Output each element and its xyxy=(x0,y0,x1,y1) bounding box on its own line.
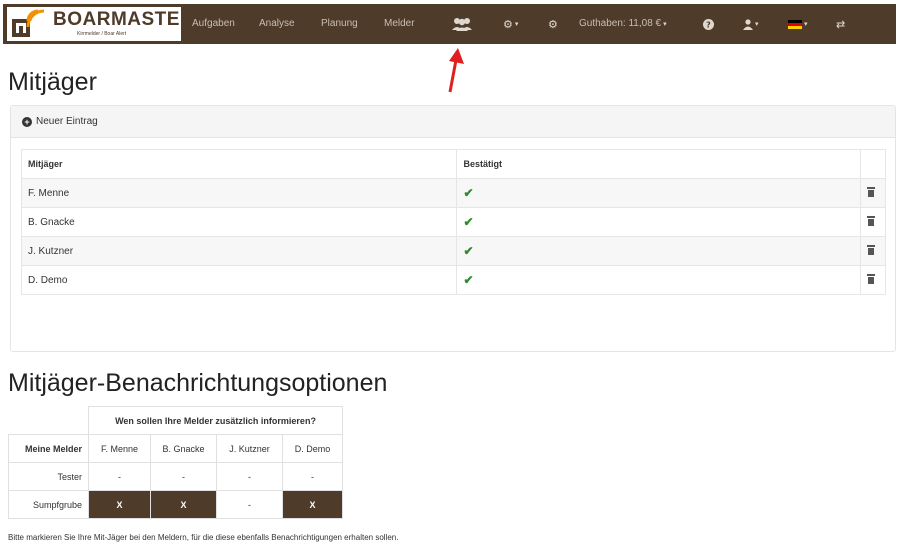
notify-cell-selected[interactable]: X xyxy=(150,490,217,519)
nav-aufgaben[interactable]: Aufgaben xyxy=(192,4,235,44)
delete-button[interactable] xyxy=(859,178,887,208)
gear-icon[interactable]: ⚙ ▾ xyxy=(503,4,518,44)
delete-button[interactable] xyxy=(859,265,887,295)
new-entry-label: Neuer Eintrag xyxy=(36,116,98,127)
member-name: F. Menne xyxy=(20,178,458,208)
balance-label: Guthaben: 11,08 € xyxy=(579,18,662,29)
col-header-gnacke: B. Gnacke xyxy=(150,434,217,463)
member-name: J. Kutzner xyxy=(20,236,458,266)
notify-cell[interactable]: - xyxy=(150,462,217,491)
help-icon[interactable]: ? xyxy=(703,4,714,44)
notify-question: Wen sollen Ihre Melder zusätzlich inform… xyxy=(88,406,343,435)
check-icon: ✔ xyxy=(463,273,474,287)
user-icon[interactable]: ▾ xyxy=(743,4,759,44)
table-row: F. Menne ✔ xyxy=(20,178,887,208)
table-row: Tester - - - - xyxy=(8,462,343,491)
col-header-menne: F. Menne xyxy=(88,434,151,463)
page-title: Mitjäger xyxy=(8,68,97,96)
logo-icon xyxy=(12,9,45,37)
navbar: BOARMASTER Kirrmelder / Boar Alert Aufga… xyxy=(3,4,896,44)
notification-section-title: Mitjäger-Benachrichtungsoptionen xyxy=(8,369,388,397)
brand-name: BOARMASTER xyxy=(53,9,195,30)
brand[interactable]: BOARMASTER Kirrmelder / Boar Alert xyxy=(7,7,194,41)
notify-cell[interactable]: - xyxy=(88,462,151,491)
nav-planung[interactable]: Planung xyxy=(321,4,358,44)
users-icon[interactable] xyxy=(451,4,473,44)
member-name: D. Demo xyxy=(20,265,458,295)
check-icon: ✔ xyxy=(463,244,474,258)
nav-analyse[interactable]: Analyse xyxy=(259,4,295,44)
arrow-annotation-icon xyxy=(448,48,464,93)
balance-dropdown[interactable]: Guthaben: 11,08 € ▾ xyxy=(579,4,667,44)
col-header-member: Mitjäger xyxy=(20,149,458,179)
nav-melder[interactable]: Melder xyxy=(384,4,415,44)
table-row: Sumpfgrube X X - X xyxy=(8,490,343,519)
notify-cell-selected[interactable]: X xyxy=(88,490,151,519)
col-header-demo: D. Demo xyxy=(282,434,343,463)
notify-cell[interactable]: - xyxy=(216,462,283,491)
check-icon: ✔ xyxy=(463,215,474,229)
row-header-melder: Meine Melder xyxy=(8,434,89,463)
table-row: J. Kutzner ✔ xyxy=(20,236,887,266)
plus-circle-icon: + xyxy=(22,116,32,127)
trash-icon xyxy=(866,273,875,284)
col-header-actions xyxy=(859,149,887,179)
help-text: Bitte markieren Sie Ihre Mit-Jäger bei d… xyxy=(8,533,399,542)
swap-icon[interactable]: ⇄ xyxy=(836,4,845,44)
trash-icon xyxy=(866,244,875,255)
delete-button[interactable] xyxy=(859,236,887,266)
member-name: B. Gnacke xyxy=(20,207,458,237)
members-panel: + Neuer Eintrag Mitjäger Bestätigt F. Me… xyxy=(10,105,896,352)
flag-de-icon[interactable]: ▾ xyxy=(788,4,808,44)
table-row: B. Gnacke ✔ xyxy=(20,207,887,237)
trash-icon xyxy=(866,215,875,226)
notify-cell[interactable]: - xyxy=(282,462,343,491)
col-header-confirmed: Bestätigt xyxy=(456,149,861,179)
brand-subtitle: Kirrmelder / Boar Alert xyxy=(77,31,127,37)
new-entry-button[interactable]: + Neuer Eintrag xyxy=(11,106,895,138)
delete-button[interactable] xyxy=(859,207,887,237)
melder-label: Sumpfgrube xyxy=(8,490,89,519)
members-table: Mitjäger Bestätigt F. Menne ✔ B. Gnacke … xyxy=(20,149,887,295)
svg-text:?: ? xyxy=(706,20,711,29)
col-header-kutzner: J. Kutzner xyxy=(216,434,283,463)
table-row: D. Demo ✔ xyxy=(20,265,887,295)
trash-icon xyxy=(866,186,875,197)
check-icon: ✔ xyxy=(463,186,474,200)
melder-label: Tester xyxy=(8,462,89,491)
notify-cell-selected[interactable]: X xyxy=(282,490,343,519)
notify-cell[interactable]: - xyxy=(216,490,283,519)
cog-icon[interactable]: ⚙ xyxy=(548,4,558,44)
empty-corner xyxy=(9,407,89,435)
notification-table: Wen sollen Ihre Melder zusätzlich inform… xyxy=(8,406,343,519)
